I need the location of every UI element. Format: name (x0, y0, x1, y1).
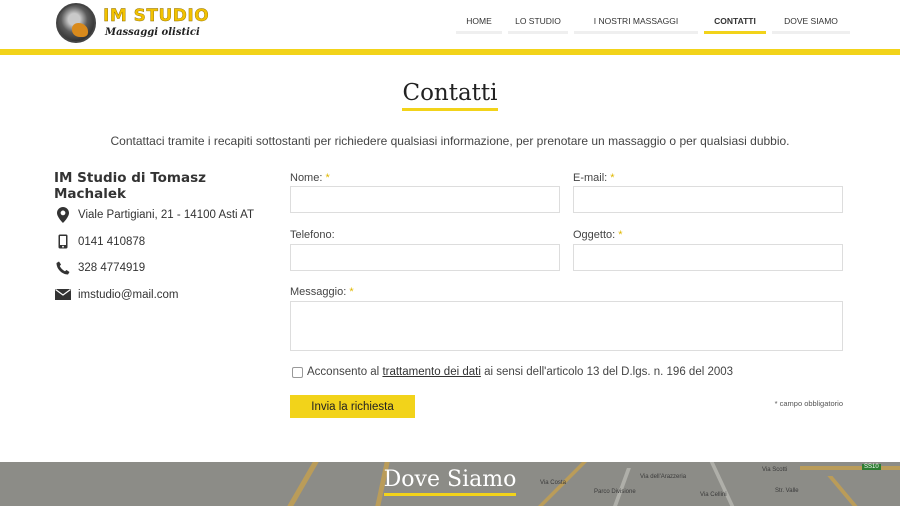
contact-info: IM Studio di Tomasz Machalek Viale Parti… (54, 170, 274, 308)
email-label-text: E-mail: (573, 172, 608, 184)
logo-mark-icon (56, 3, 96, 43)
map-pin-icon (54, 206, 72, 224)
name-required-mark: * (325, 172, 330, 184)
logo[interactable]: IM STUDIO Massaggi olistici (56, 3, 209, 43)
logo-title: IM STUDIO (103, 6, 210, 26)
email-label: E-mail: * (573, 172, 615, 184)
nav-item-i-nostri-massaggi[interactable]: I NOSTRI MASSAGGI (574, 12, 698, 34)
email-text[interactable]: imstudio@mail.com (78, 289, 179, 301)
message-field[interactable] (290, 301, 843, 351)
map-title: Dove Siamo (383, 467, 517, 496)
nav-item-dove-siamo[interactable]: DOVE SIAMO (772, 12, 850, 34)
consent-text: Acconsento al trattamento dei dati ai se… (307, 366, 733, 378)
consent-text-after: ai sensi dell'articolo 13 del D.lgs. n. … (480, 366, 734, 378)
message-required-mark: * (349, 286, 354, 298)
address-row: Viale Partigiani, 21 - 14100 Asti AT (54, 202, 274, 229)
privacy-link[interactable]: trattamento dei dati (382, 366, 480, 378)
phone-label-text: Telefono: (290, 229, 335, 241)
subject-required-mark: * (618, 229, 623, 241)
mobile-icon (54, 233, 72, 251)
email-icon (54, 286, 72, 304)
email-field[interactable] (573, 186, 843, 213)
mobile-text[interactable]: 328 4774919 (78, 262, 145, 274)
header-accent-bar (0, 49, 900, 55)
phone-row: 0141 410878 (54, 229, 274, 256)
name-label-text: Nome: (290, 172, 323, 184)
message-label: Messaggio: * (290, 286, 354, 298)
map-title-wrap: Dove Siamo (0, 467, 900, 496)
logo-subtitle: Massaggi olistici (105, 27, 200, 38)
message-label-text: Messaggio: (290, 286, 347, 298)
page-title: Contatti (402, 80, 498, 111)
phone-icon (54, 259, 72, 277)
name-label: Nome: * (290, 172, 330, 184)
email-row: imstudio@mail.com (54, 282, 274, 309)
name-field[interactable] (290, 186, 560, 213)
phone-field[interactable] (290, 244, 560, 271)
required-note: * campo obbligatorio (774, 399, 843, 408)
site-header: IM STUDIO Massaggi olistici HOME LO STUD… (0, 0, 900, 49)
company-name: IM Studio di Tomasz Machalek (54, 170, 206, 202)
intro-text: Contattaci tramite i recapiti sottostant… (110, 134, 790, 148)
nav-item-home[interactable]: HOME (456, 12, 502, 34)
nav-item-lo-studio[interactable]: LO STUDIO (508, 12, 568, 34)
page-title-wrap: Contatti (0, 80, 900, 111)
subject-label: Oggetto: * (573, 229, 623, 241)
mobile-row: 328 4774919 (54, 255, 274, 282)
email-required-mark: * (610, 172, 615, 184)
phone-text[interactable]: 0141 410878 (78, 236, 145, 248)
phone-label: Telefono: (290, 229, 335, 241)
subject-label-text: Oggetto: (573, 229, 616, 241)
subject-field[interactable] (573, 244, 843, 271)
submit-button[interactable]: Invia la richiesta (290, 395, 415, 418)
address-text: Viale Partigiani, 21 - 14100 Asti AT (78, 209, 255, 222)
consent-text-before: Acconsento al (307, 366, 383, 378)
main-nav: HOME LO STUDIO I NOSTRI MASSAGGI CONTATT… (450, 12, 850, 34)
consent-checkbox[interactable] (292, 367, 303, 378)
nav-item-contatti[interactable]: CONTATTI (704, 12, 766, 34)
